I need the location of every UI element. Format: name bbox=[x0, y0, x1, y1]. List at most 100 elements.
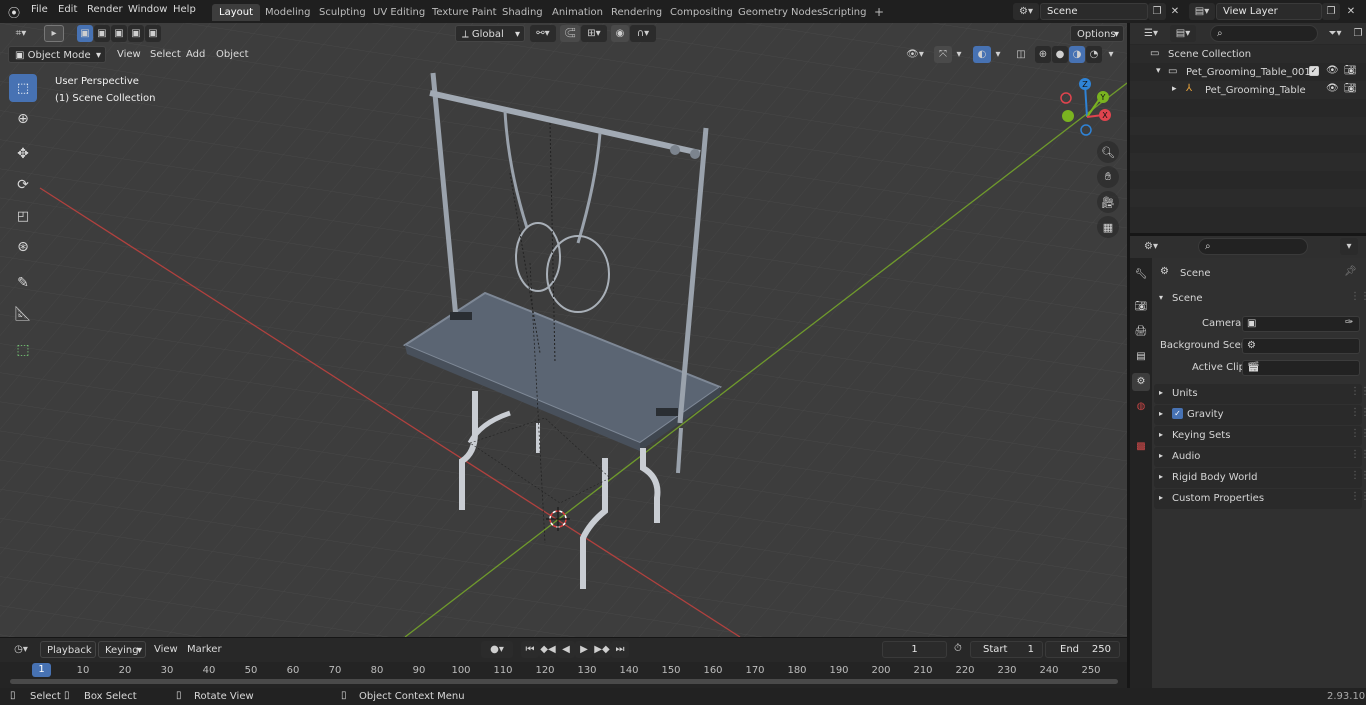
eye-icon[interactable]: 👁︎ bbox=[1326, 83, 1339, 94]
falloff-icon[interactable]: ∩▾ bbox=[630, 25, 656, 42]
drag-handle-icon[interactable]: ⋮⋮ bbox=[1350, 470, 1366, 481]
timeline-editor-type-icon[interactable]: ◷▾ bbox=[8, 641, 34, 658]
select-tool-icon[interactable]: ▸ bbox=[44, 25, 64, 42]
tab-scripting[interactable]: Scripting bbox=[815, 4, 873, 21]
eye-icon[interactable]: 👁︎ bbox=[1326, 65, 1339, 76]
overlay-toggle-icon[interactable]: ◐ bbox=[973, 46, 991, 63]
zoom-icon[interactable]: 🔍︎ bbox=[1097, 141, 1119, 163]
outliner-editor-type-icon[interactable]: ☰▾ bbox=[1138, 25, 1164, 42]
play-reverse-icon[interactable]: ◀ bbox=[557, 641, 575, 658]
include-checkbox[interactable]: ✓ bbox=[1309, 66, 1319, 76]
cursor-tool[interactable]: ⊕ bbox=[9, 105, 37, 133]
tool-tab-icon[interactable]: 🔧︎ bbox=[1132, 266, 1150, 284]
material-preview-icon[interactable]: ◑ bbox=[1069, 46, 1085, 63]
transform-orientation-dropdown[interactable]: ⟂ Global ▾ bbox=[455, 25, 525, 42]
menu-render[interactable]: Render bbox=[87, 4, 123, 15]
wireframe-shading-icon[interactable]: ⊕ bbox=[1035, 46, 1051, 63]
jump-start-icon[interactable]: ⏮ bbox=[521, 641, 539, 658]
outliner-search-input[interactable]: ⌕ bbox=[1210, 25, 1318, 42]
menu-window[interactable]: Window bbox=[128, 4, 167, 15]
drag-handle-icon[interactable]: ⋮⋮ bbox=[1350, 407, 1366, 418]
timeline-scrollbar[interactable] bbox=[10, 679, 1118, 684]
menu-file[interactable]: File bbox=[31, 4, 48, 15]
pin-icon[interactable]: 📌︎ bbox=[1344, 266, 1357, 277]
auto-keying-icon[interactable]: ●▾ bbox=[481, 641, 513, 658]
add-workspace-button[interactable]: + bbox=[867, 4, 891, 21]
end-frame-field[interactable]: End 250 bbox=[1045, 641, 1120, 658]
snap-target-icon[interactable]: ⊞▾ bbox=[581, 25, 607, 42]
tab-texture-paint[interactable]: Texture Paint bbox=[425, 4, 504, 21]
delete-scene-icon[interactable]: ✕ bbox=[1166, 3, 1184, 20]
custom-properties-panel[interactable]: ▸ Custom Properties ⋮⋮ bbox=[1154, 489, 1366, 509]
start-frame-field[interactable]: Start 1 bbox=[970, 641, 1043, 658]
frame-ruler[interactable]: 1 10 20 30 40 50 60 70 80 90 100 110 120 130 140 150 16… bbox=[0, 662, 1127, 688]
new-scene-icon[interactable]: ❐ bbox=[1148, 3, 1166, 20]
scene-selector-icon[interactable]: ⚙▾ bbox=[1013, 3, 1039, 20]
scale-tool[interactable]: ◰ bbox=[9, 202, 37, 230]
tab-animation[interactable]: Animation bbox=[545, 4, 610, 21]
expand-arrow-icon[interactable]: ▸ bbox=[1172, 84, 1177, 94]
menu-help[interactable]: Help bbox=[173, 4, 196, 15]
tab-layout[interactable]: Layout bbox=[212, 4, 260, 21]
solid-shading-icon[interactable]: ● bbox=[1052, 46, 1068, 63]
world-tab-icon[interactable]: ◍ bbox=[1132, 398, 1150, 416]
render-tab-icon[interactable]: 📷︎ bbox=[1132, 298, 1150, 316]
overlay-dropdown-icon[interactable]: ▾ bbox=[991, 46, 1005, 63]
timeline-view-menu[interactable]: View bbox=[148, 641, 184, 658]
drag-handle-icon[interactable]: ⋮⋮ bbox=[1350, 449, 1366, 460]
jump-keyframe-forward-icon[interactable]: ▶◆ bbox=[593, 641, 611, 658]
drag-handle-icon[interactable]: ⋮⋮ bbox=[1350, 428, 1366, 439]
select-mode-new-icon[interactable]: ▣ bbox=[77, 25, 93, 42]
rendered-shading-icon[interactable]: ◔ bbox=[1086, 46, 1102, 63]
menu-view[interactable]: View bbox=[111, 46, 147, 63]
select-mode-intersect-icon[interactable]: ▣ bbox=[145, 25, 161, 42]
marker-menu[interactable]: Marker bbox=[181, 641, 228, 658]
scene-section-header[interactable]: ▾ Scene ⋮⋮ bbox=[1154, 288, 1366, 310]
jump-keyframe-back-icon[interactable]: ◆◀ bbox=[539, 641, 557, 658]
units-panel[interactable]: ▸ Units ⋮⋮ bbox=[1154, 384, 1366, 404]
tab-uv-editing[interactable]: UV Editing bbox=[366, 4, 432, 21]
view-layer-field[interactable]: View Layer bbox=[1216, 3, 1322, 20]
rotate-tool[interactable]: ⟳ bbox=[9, 171, 37, 199]
transform-tool[interactable]: ⊛ bbox=[9, 233, 37, 261]
background-scene-field[interactable]: ⚙ bbox=[1242, 338, 1360, 354]
tab-sculpting[interactable]: Sculpting bbox=[312, 4, 373, 21]
select-mode-subtract-icon[interactable]: ▣ bbox=[111, 25, 127, 42]
outliner-row-root[interactable]: ▭ Scene Collection bbox=[1130, 45, 1366, 63]
view-layer-tab-icon[interactable]: ▤ bbox=[1132, 348, 1150, 366]
properties-search-input[interactable]: ⌕ bbox=[1198, 238, 1308, 255]
menu-add[interactable]: Add bbox=[180, 46, 211, 63]
menu-edit[interactable]: Edit bbox=[58, 4, 77, 15]
view-layer-selector-icon[interactable]: ▤▾ bbox=[1189, 3, 1215, 20]
scene-name-field[interactable]: Scene bbox=[1040, 3, 1148, 20]
select-mode-extend-icon[interactable]: ▣ bbox=[94, 25, 110, 42]
keying-sets-panel[interactable]: ▸ Keying Sets ⋮⋮ bbox=[1154, 426, 1366, 446]
pan-hand-icon[interactable]: ✋︎ bbox=[1097, 166, 1119, 188]
gizmo-toggle-icon[interactable]: ⤧ bbox=[934, 46, 952, 63]
menu-object[interactable]: Object bbox=[210, 46, 255, 63]
display-mode-icon[interactable]: ▤▾ bbox=[1170, 25, 1196, 42]
new-collection-icon[interactable]: ❐ bbox=[1350, 25, 1366, 42]
play-icon[interactable]: ▶ bbox=[575, 641, 593, 658]
tab-rendering[interactable]: Rendering bbox=[604, 4, 669, 21]
move-tool[interactable]: ✥ bbox=[9, 140, 37, 168]
outliner-row-collection[interactable]: ▾ ▭ Pet_Grooming_Table_001 ✓ 👁︎ 📷︎ bbox=[1130, 63, 1366, 81]
jump-end-icon[interactable]: ⏭ bbox=[611, 641, 629, 658]
drag-handle-icon[interactable]: ⋮⋮ bbox=[1350, 291, 1366, 302]
3d-viewport[interactable]: Z Y X 🔍︎ ✋︎ 🎥︎ ▦ User Perspective (1) Sc… bbox=[0, 23, 1127, 637]
active-clip-field[interactable]: 🎬︎ bbox=[1242, 360, 1360, 376]
options-dropdown[interactable]: Options ▾ bbox=[1070, 25, 1124, 42]
audio-panel[interactable]: ▸ Audio ⋮⋮ bbox=[1154, 447, 1366, 467]
tab-modeling[interactable]: Modeling bbox=[258, 4, 318, 21]
camera-render-icon[interactable]: 📷︎ bbox=[1344, 65, 1357, 76]
camera-render-icon[interactable]: 📷︎ bbox=[1344, 83, 1357, 94]
filter-icon[interactable]: ⏷▾ bbox=[1322, 25, 1348, 42]
perspective-toggle-icon[interactable]: ▦ bbox=[1097, 216, 1119, 238]
visibility-selectability-icon[interactable]: 👁︎▾ bbox=[902, 46, 928, 63]
outliner-row-object[interactable]: ▸ ⅄ Pet_Grooming_Table 👁︎ 📷︎ bbox=[1130, 81, 1366, 99]
tab-shading[interactable]: Shading bbox=[495, 4, 550, 21]
gizmo-dropdown-icon[interactable]: ▾ bbox=[952, 46, 966, 63]
select-box-tool[interactable]: ⬚ bbox=[9, 74, 37, 102]
gravity-checkbox[interactable]: ✓ bbox=[1172, 408, 1183, 419]
playback-menu[interactable]: Playback▾ bbox=[40, 641, 96, 673]
